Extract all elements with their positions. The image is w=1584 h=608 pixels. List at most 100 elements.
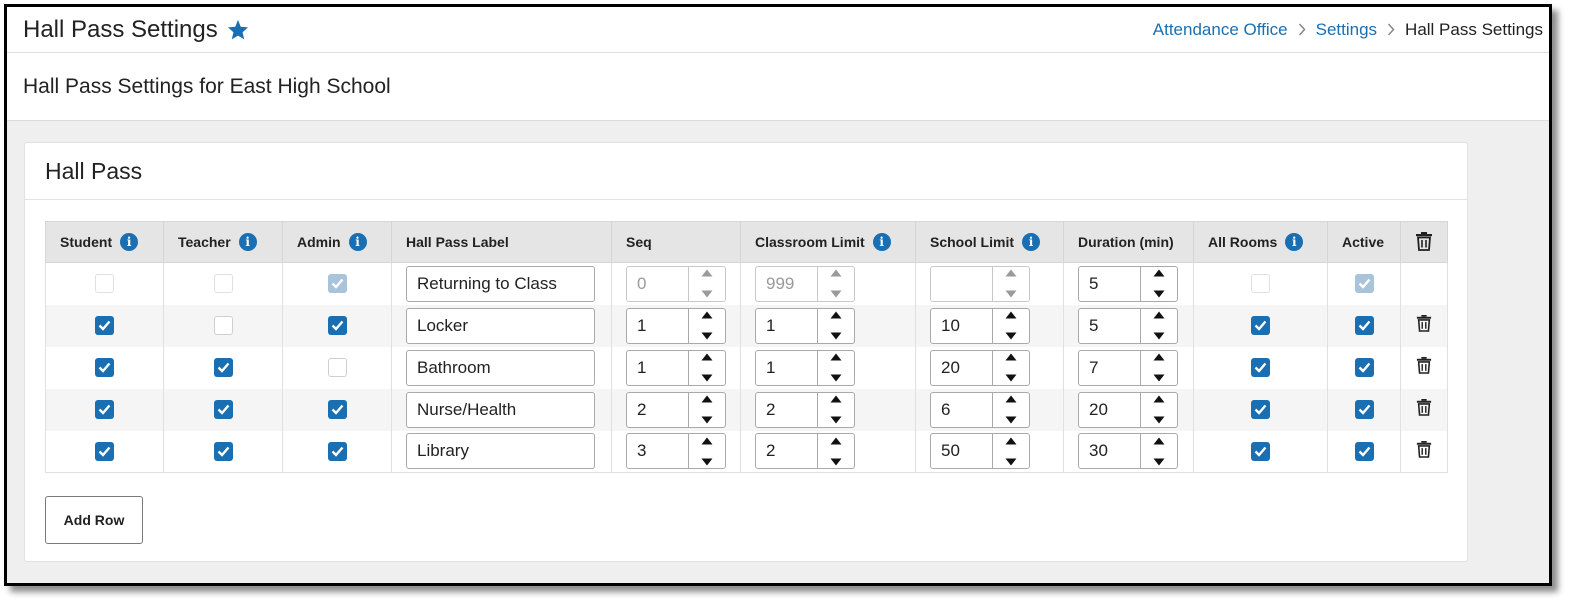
- school-limit-stepper[interactable]: 20: [930, 348, 1030, 387]
- info-icon[interactable]: i: [1022, 233, 1040, 251]
- classroom-limit-value[interactable]: 2: [756, 392, 818, 427]
- arrow-up-icon[interactable]: [830, 306, 842, 324]
- all-rooms-checkbox[interactable]: [1251, 441, 1270, 461]
- classroom-limit-stepper[interactable]: 2: [755, 390, 855, 429]
- arrow-down-icon[interactable]: [1153, 327, 1165, 345]
- school-limit-value[interactable]: 20: [931, 350, 993, 385]
- school-limit-stepper[interactable]: 6: [930, 390, 1030, 429]
- seq-value[interactable]: 1: [627, 350, 689, 385]
- arrow-up-icon[interactable]: [1153, 264, 1165, 282]
- school-limit-stepper[interactable]: 10: [930, 306, 1030, 345]
- arrow-up-icon[interactable]: [701, 306, 713, 324]
- hall-pass-label-input[interactable]: Bathroom: [406, 349, 595, 386]
- trash-icon[interactable]: [1416, 356, 1432, 374]
- school-limit-value[interactable]: 6: [931, 392, 993, 427]
- seq-value[interactable]: 2: [627, 392, 689, 427]
- seq-stepper[interactable]: 1: [626, 306, 726, 345]
- school-limit-stepper[interactable]: 50: [930, 432, 1030, 471]
- active-checkbox[interactable]: [1354, 358, 1374, 377]
- admin-checkbox[interactable]: [327, 400, 347, 419]
- duration-stepper[interactable]: 30: [1078, 432, 1178, 471]
- duration-stepper[interactable]: 5: [1078, 264, 1178, 303]
- info-icon[interactable]: i: [120, 233, 139, 251]
- hall-pass-label-input[interactable]: Library: [406, 433, 595, 470]
- admin-checkbox[interactable]: [327, 358, 347, 377]
- arrow-down-icon[interactable]: [830, 453, 842, 471]
- trash-icon[interactable]: [1416, 440, 1432, 458]
- duration-value[interactable]: 5: [1079, 266, 1141, 301]
- hall-pass-label-input[interactable]: Nurse/Health: [406, 391, 595, 428]
- arrow-down-icon[interactable]: [701, 411, 713, 429]
- teacher-checkbox[interactable]: [213, 441, 233, 461]
- arrow-down-icon[interactable]: [1005, 453, 1017, 471]
- arrow-up-icon[interactable]: [1005, 348, 1017, 366]
- school-limit-value[interactable]: 50: [931, 434, 993, 469]
- student-checkbox[interactable]: [95, 316, 114, 335]
- breadcrumb-attendance-office[interactable]: Attendance Office: [1153, 20, 1288, 40]
- duration-value[interactable]: 30: [1079, 434, 1141, 469]
- teacher-checkbox[interactable]: [213, 358, 233, 377]
- arrow-down-icon[interactable]: [701, 369, 713, 387]
- classroom-limit-value[interactable]: 1: [756, 350, 818, 385]
- info-icon[interactable]: i: [1285, 233, 1304, 251]
- duration-stepper[interactable]: 7: [1078, 348, 1178, 387]
- duration-value[interactable]: 20: [1079, 392, 1141, 427]
- active-checkbox[interactable]: [1354, 316, 1374, 335]
- hall-pass-label-input[interactable]: Returning to Class: [406, 265, 595, 302]
- arrow-down-icon[interactable]: [1005, 411, 1017, 429]
- arrow-down-icon[interactable]: [1005, 327, 1017, 345]
- arrow-down-icon[interactable]: [830, 411, 842, 429]
- teacher-checkbox[interactable]: [213, 316, 233, 335]
- teacher-checkbox[interactable]: [213, 400, 233, 419]
- arrow-up-icon[interactable]: [830, 348, 842, 366]
- all-rooms-checkbox[interactable]: [1251, 400, 1270, 419]
- hall-pass-label-input[interactable]: Locker: [406, 307, 595, 344]
- arrow-up-icon[interactable]: [1005, 390, 1017, 408]
- seq-value[interactable]: 3: [627, 434, 689, 469]
- arrow-down-icon[interactable]: [1153, 411, 1165, 429]
- arrow-down-icon[interactable]: [830, 369, 842, 387]
- arrow-up-icon[interactable]: [1153, 432, 1165, 450]
- arrow-up-icon[interactable]: [1153, 390, 1165, 408]
- arrow-up-icon[interactable]: [701, 390, 713, 408]
- duration-value[interactable]: 5: [1079, 308, 1141, 343]
- trash-icon[interactable]: [1416, 398, 1432, 416]
- arrow-down-icon[interactable]: [1153, 285, 1165, 303]
- school-limit-value[interactable]: 10: [931, 308, 993, 343]
- arrow-up-icon[interactable]: [701, 348, 713, 366]
- classroom-limit-value[interactable]: 1: [756, 308, 818, 343]
- classroom-limit-stepper[interactable]: 1: [755, 306, 855, 345]
- seq-value[interactable]: 1: [627, 308, 689, 343]
- active-checkbox[interactable]: [1354, 400, 1374, 419]
- classroom-limit-stepper[interactable]: 1: [755, 348, 855, 387]
- duration-stepper[interactable]: 20: [1078, 390, 1178, 429]
- arrow-up-icon[interactable]: [830, 390, 842, 408]
- seq-stepper[interactable]: 1: [626, 348, 726, 387]
- student-checkbox[interactable]: [95, 358, 114, 377]
- arrow-down-icon[interactable]: [1153, 369, 1165, 387]
- arrow-down-icon[interactable]: [830, 327, 842, 345]
- arrow-down-icon[interactable]: [1005, 369, 1017, 387]
- info-icon[interactable]: i: [872, 233, 891, 251]
- duration-value[interactable]: 7: [1079, 350, 1141, 385]
- star-icon[interactable]: [227, 19, 249, 40]
- admin-checkbox[interactable]: [327, 441, 347, 461]
- arrow-up-icon[interactable]: [1153, 306, 1165, 324]
- classroom-limit-stepper[interactable]: 2: [755, 432, 855, 471]
- arrow-up-icon[interactable]: [1005, 306, 1017, 324]
- add-row-button[interactable]: Add Row: [45, 496, 143, 544]
- active-checkbox[interactable]: [1354, 441, 1374, 461]
- arrow-down-icon[interactable]: [1153, 453, 1165, 471]
- admin-checkbox[interactable]: [327, 316, 347, 335]
- arrow-up-icon[interactable]: [701, 432, 713, 450]
- info-icon[interactable]: i: [238, 233, 257, 251]
- classroom-limit-value[interactable]: 2: [756, 434, 818, 469]
- arrow-down-icon[interactable]: [701, 327, 713, 345]
- arrow-up-icon[interactable]: [830, 432, 842, 450]
- trash-icon[interactable]: [1416, 314, 1432, 332]
- info-icon[interactable]: i: [348, 233, 367, 251]
- arrow-up-icon[interactable]: [1005, 432, 1017, 450]
- student-checkbox[interactable]: [95, 400, 114, 419]
- all-rooms-checkbox[interactable]: [1251, 316, 1270, 335]
- arrow-up-icon[interactable]: [1153, 348, 1165, 366]
